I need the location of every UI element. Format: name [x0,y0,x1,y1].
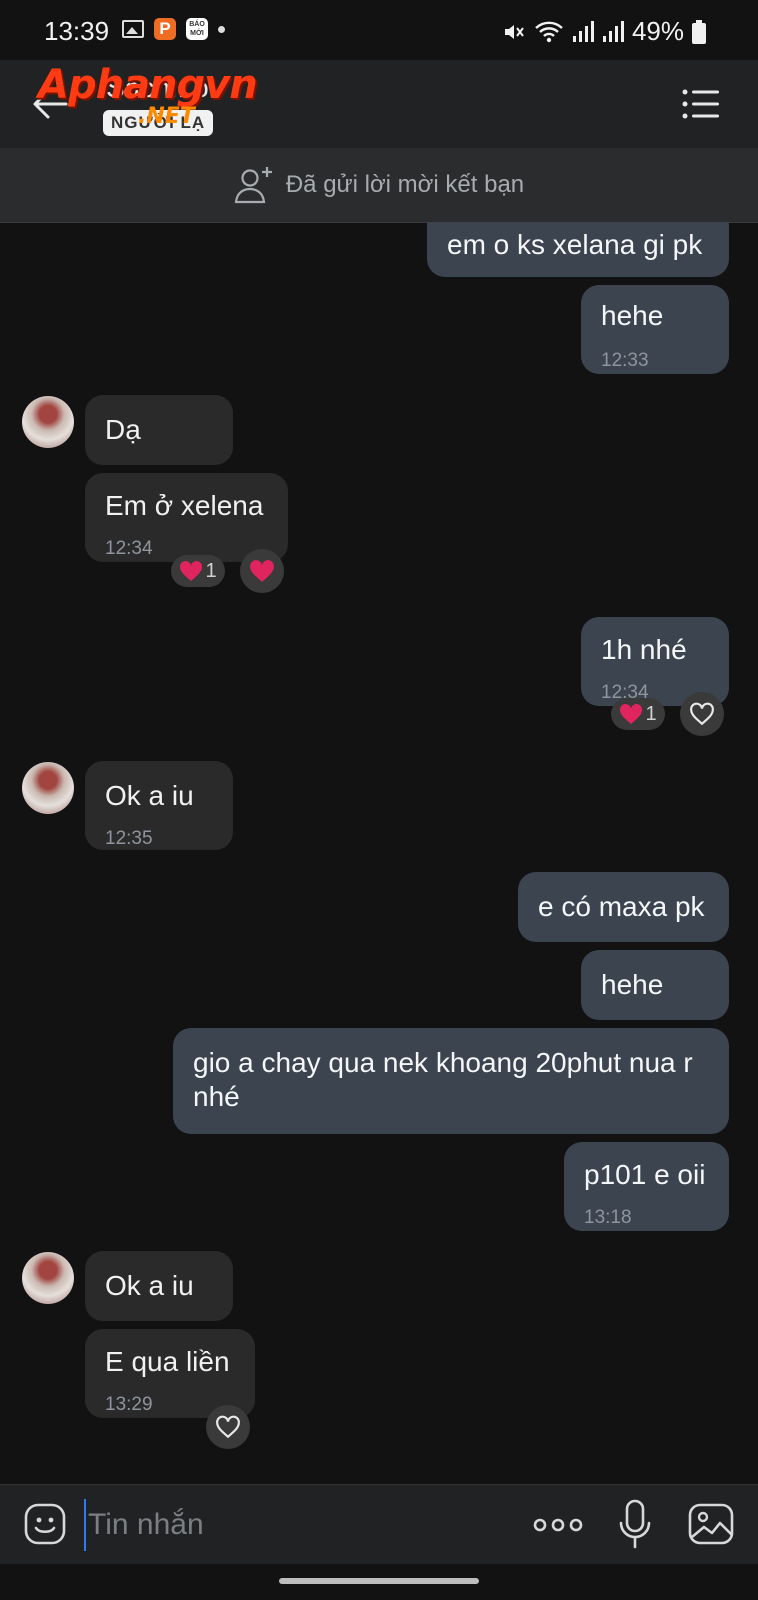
watermark-logo-suffix: .NET [138,104,195,129]
react-button[interactable] [206,1405,250,1449]
message-bubble[interactable]: hehe 12:33 [581,285,729,374]
image-gallery-icon[interactable] [688,1501,734,1547]
message-text: e có maxa pk [538,891,705,922]
reaction-count: 1 [205,559,217,582]
battery-icon [692,19,706,44]
message-text: Ok a iu [105,1270,194,1301]
status-bar: 13:39 P BÁO MỚI 49% [0,0,758,60]
message-text: E qua liền [105,1346,230,1377]
add-friend-icon [234,167,272,204]
heart-icon [250,560,274,582]
heart-outline-icon [216,1415,240,1439]
emoji-sticker-icon[interactable] [24,1503,66,1545]
wifi-icon [535,21,563,42]
friend-request-banner: Đã gửi lời mời kết bạn [0,148,758,223]
message-text: hehe [601,969,664,1000]
gallery-notification-icon [122,20,144,38]
heart-icon [620,703,643,724]
reaction-count: 1 [645,702,657,725]
status-time: 13:39 [44,16,110,46]
message-text: Ok a iu [105,780,194,811]
home-gesture-handle[interactable] [279,1578,479,1584]
message-bubble[interactable]: Ok a iu [85,1251,233,1321]
message-text: Em ở xelena [105,490,264,521]
watermark-logo: Aphangvn [38,62,258,108]
react-button[interactable] [680,692,724,736]
signal-2-icon [602,20,624,42]
message-time: 12:33 [601,350,649,371]
message-bubble[interactable]: gio a chay qua nek khoang 20phut nua r n… [173,1028,729,1134]
more-notifications-dot-icon [218,25,225,33]
message-time: 13:18 [584,1207,632,1228]
chat-header: Sach...o NGƯỜI LẠ Aphangvn .NET [0,60,758,148]
signal-1-icon [572,20,594,42]
message-bubble[interactable]: Dạ [85,395,233,465]
message-text: hehe [601,300,664,331]
contact-avatar[interactable] [22,396,74,448]
message-text: 1h nhé [601,634,687,665]
heart-outline-icon [690,702,714,726]
microphone-icon[interactable] [618,1499,652,1549]
chat-menu-icon[interactable] [682,88,720,120]
friend-request-status: Đã gửi lời mời kết bạn [285,171,525,198]
message-bubble[interactable]: hehe [581,950,729,1020]
baomoi-notification-icon: BÁO MỚI [186,18,208,40]
message-time: 13:29 [105,1394,153,1415]
message-input[interactable] [84,1499,510,1551]
reaction-count-pill[interactable]: 1 [611,698,665,730]
message-bubble[interactable]: e có maxa pk [518,872,729,942]
reaction-count-pill[interactable]: 1 [171,555,225,587]
p-app-notification-icon: P [154,18,176,40]
contact-avatar[interactable] [22,762,74,814]
more-options-icon[interactable] [532,1505,584,1545]
message-bubble[interactable]: p101 e oii 13:18 [564,1142,729,1231]
contact-avatar[interactable] [22,1252,74,1304]
heart-icon [180,560,203,581]
message-list[interactable]: em o ks xelana gi pk hehe 12:33 Dạ Em ở … [0,222,758,1484]
mute-icon [504,24,524,39]
message-composer [0,1484,758,1565]
message-bubble[interactable]: Ok a iu 12:35 [85,761,233,850]
message-text: em o ks xelana gi pk [447,229,703,260]
message-text: gio a chay qua nek khoang 20phut nua r n… [193,1047,693,1112]
message-time: 12:35 [105,828,153,849]
message-text: Dạ [105,414,141,445]
message-time: 12:34 [105,538,153,559]
system-navigation-bar [0,1564,758,1600]
battery-percent: 49% [631,16,684,46]
message-bubble[interactable]: em o ks xelana gi pk [427,222,729,277]
react-button[interactable] [240,549,284,593]
message-text: p101 e oii [584,1159,706,1190]
